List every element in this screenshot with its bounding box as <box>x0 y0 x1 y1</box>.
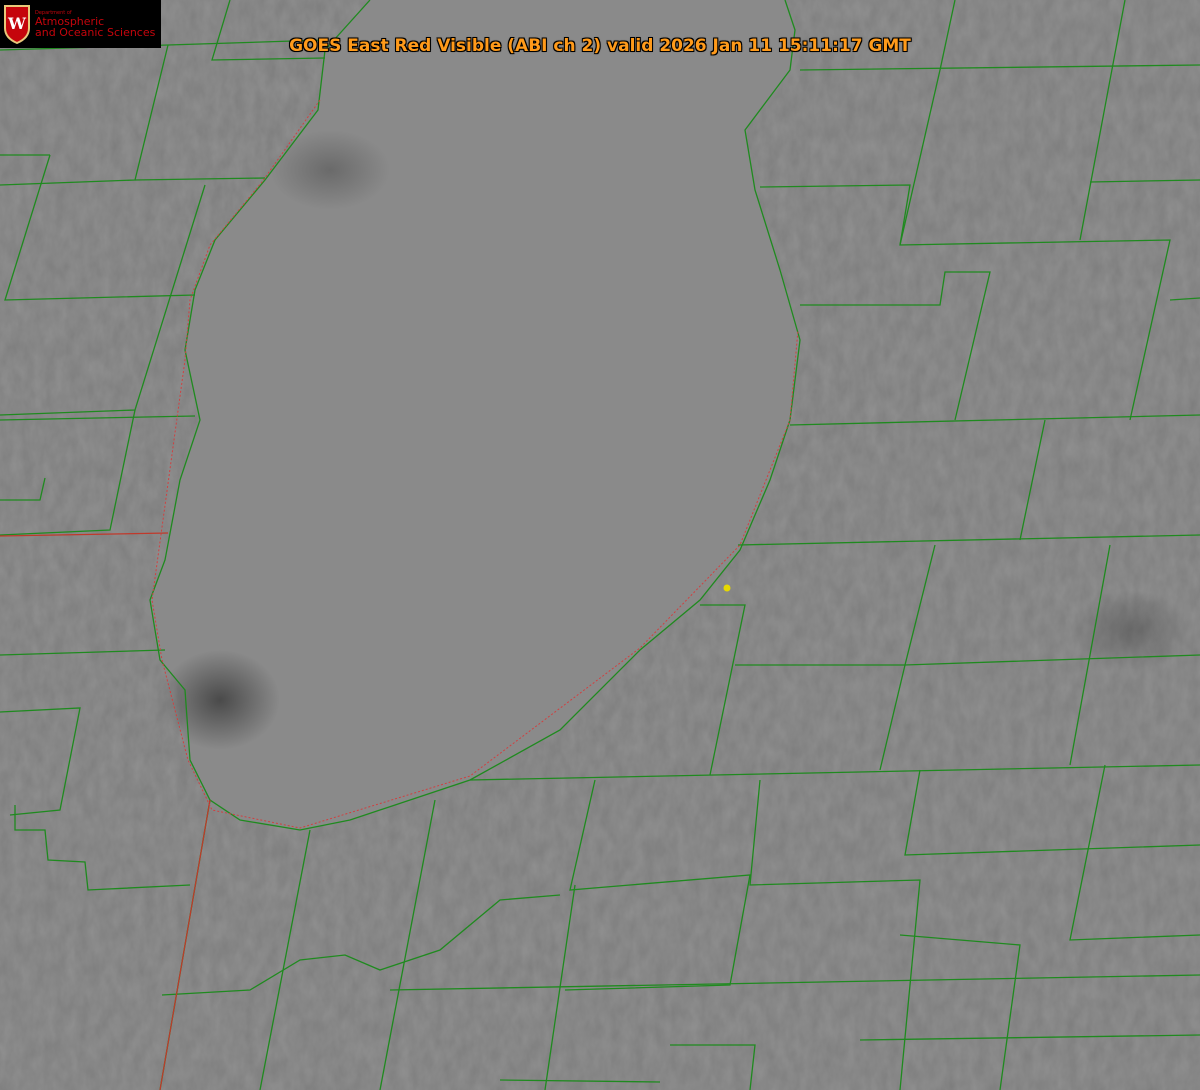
image-title: GOES East Red Visible (ABI ch 2) valid 2… <box>289 36 911 56</box>
logo-line1: Atmospheric <box>35 14 105 28</box>
satellite-image <box>0 0 1200 1090</box>
location-marker <box>723 584 731 592</box>
crest-letter: W <box>7 14 27 33</box>
